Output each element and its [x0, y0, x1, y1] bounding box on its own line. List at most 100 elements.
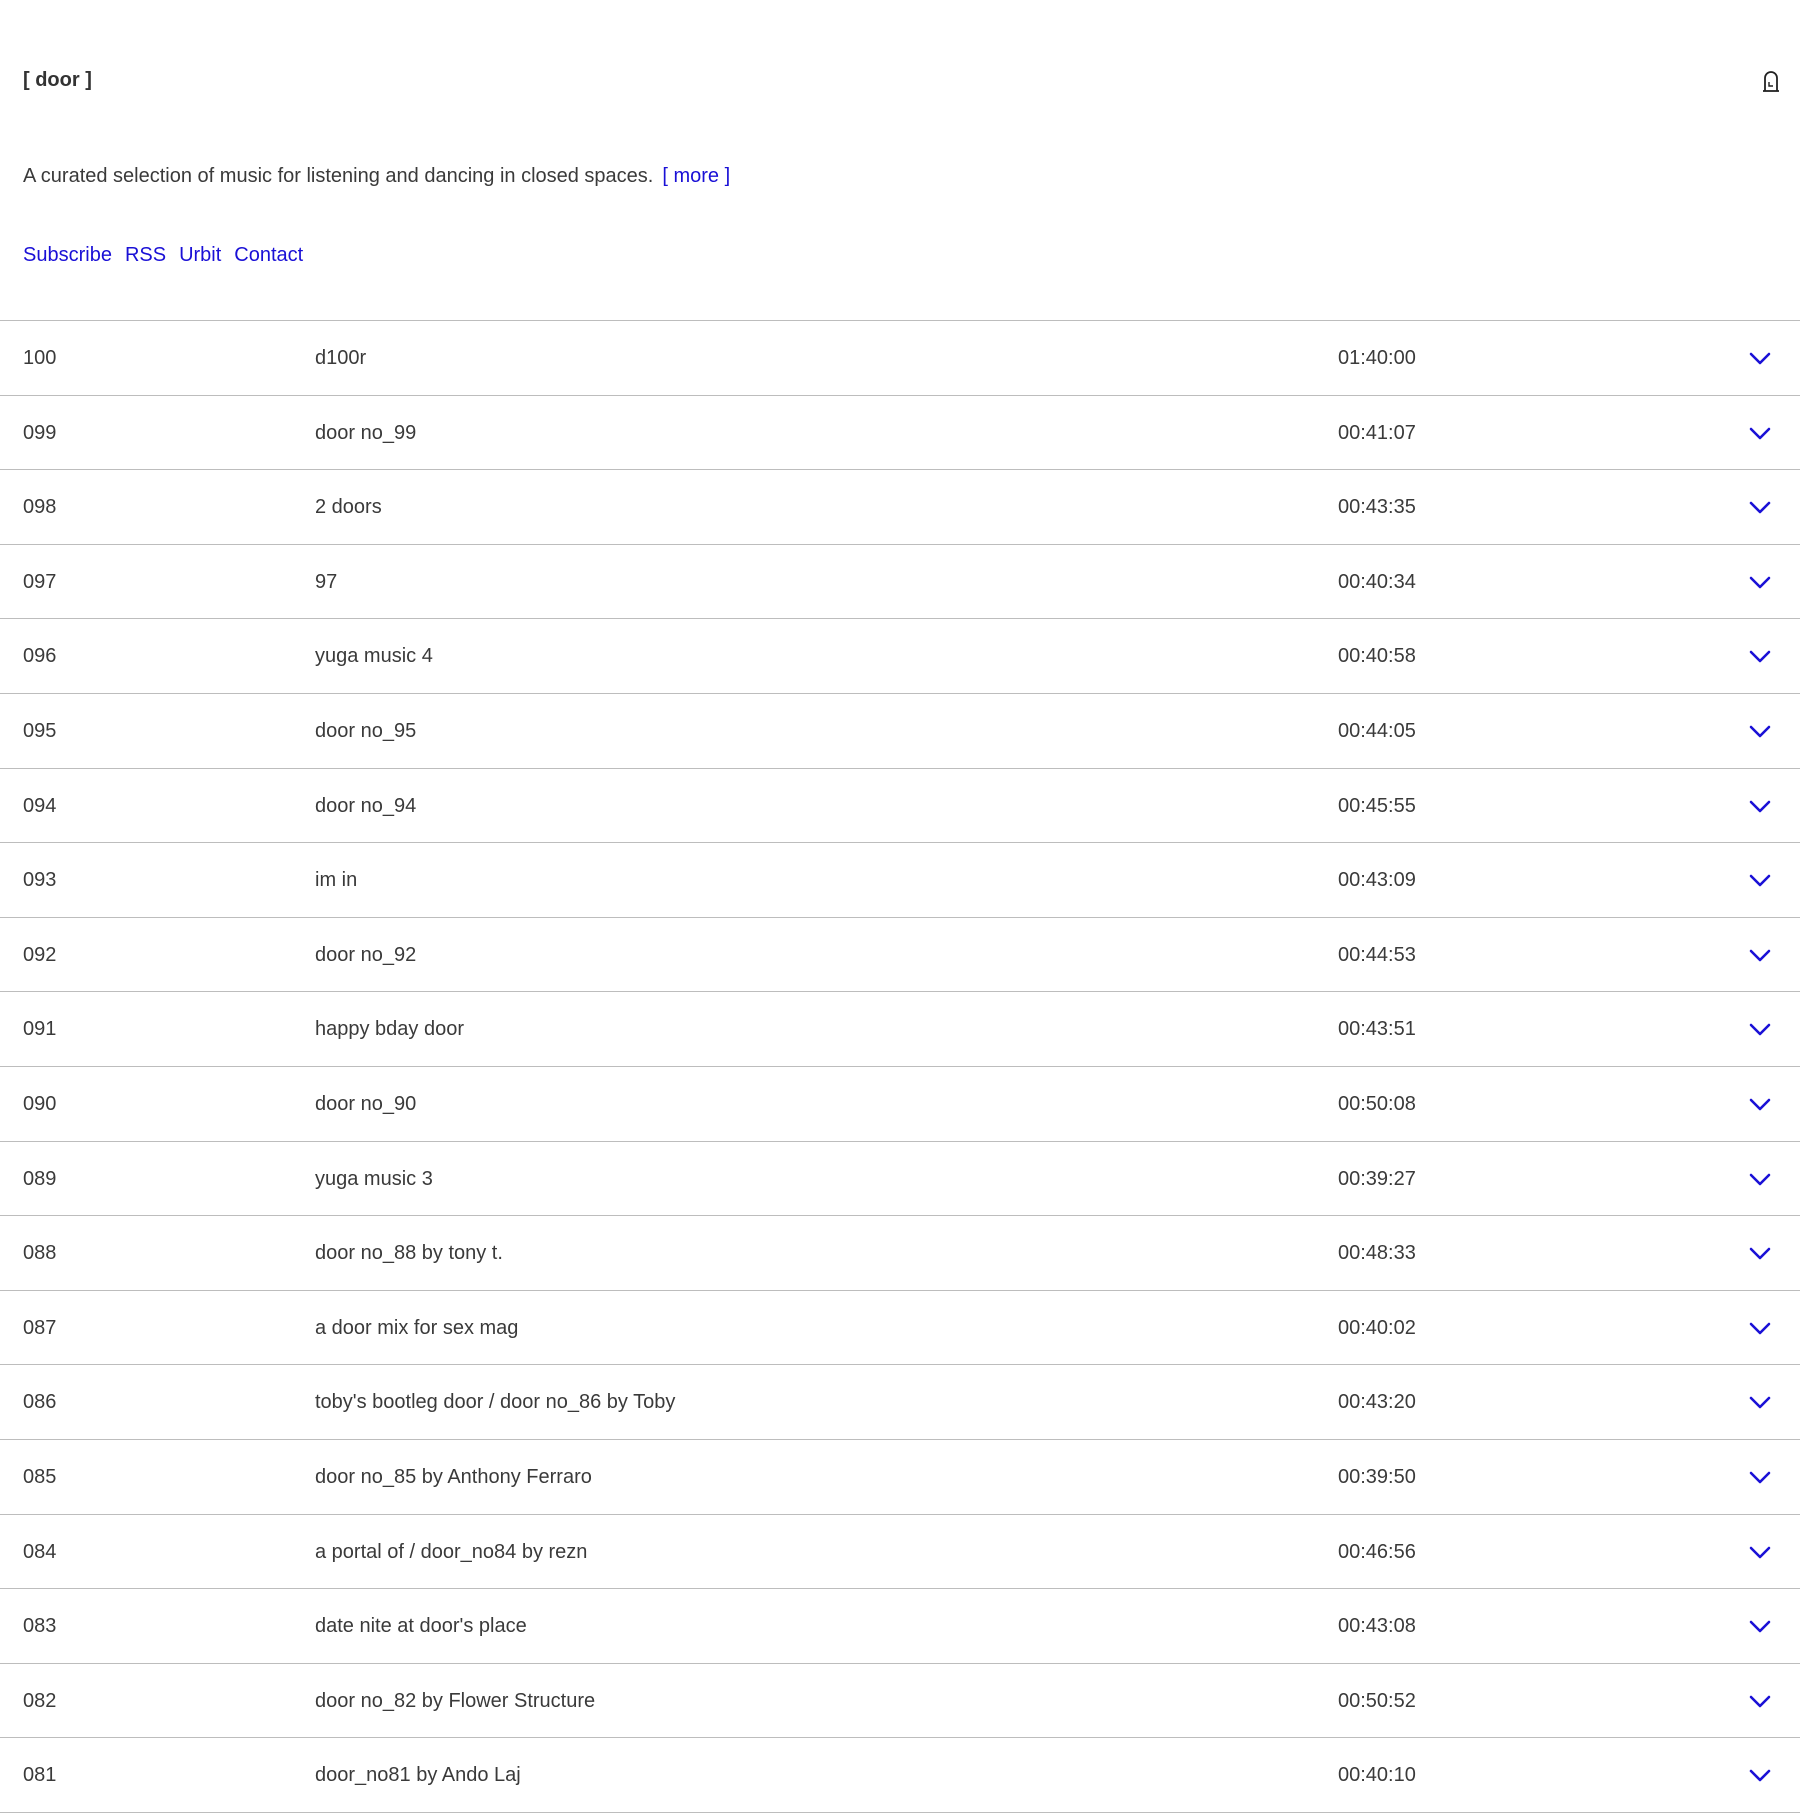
subscribe-link[interactable]: Subscribe — [23, 244, 112, 266]
mix-duration: 00:39:50 — [1338, 1465, 1416, 1488]
site-header: [ door ] — [0, 0, 1800, 130]
mix-title: a door mix for sex mag — [315, 1316, 519, 1339]
mix-row[interactable]: 086 toby's bootleg door / door no_86 by T… — [0, 1365, 1800, 1440]
chevron-down-icon[interactable] — [1748, 572, 1772, 592]
mix-duration: 00:48:33 — [1338, 1242, 1416, 1265]
door-keyhole-icon[interactable] — [1761, 69, 1781, 95]
mix-title: date nite at door's place — [315, 1615, 527, 1638]
mix-number: 100 — [23, 347, 57, 369]
mix-number: 091 — [23, 1018, 57, 1041]
chevron-down-icon[interactable] — [1748, 1691, 1772, 1711]
mix-duration: 00:43:51 — [1338, 1018, 1416, 1041]
mix-duration: 00:44:53 — [1338, 943, 1416, 966]
mix-row[interactable]: 092 door no_92 00:44:53 — [0, 918, 1800, 993]
mix-title: toby's bootleg door / door no_86 by Toby — [315, 1391, 676, 1414]
mix-number: 099 — [23, 421, 57, 444]
mix-number: 089 — [23, 1167, 57, 1190]
mix-row[interactable]: 094 door no_94 00:45:55 — [0, 769, 1800, 844]
site-logo[interactable]: [ door ] — [23, 68, 92, 92]
mix-title: a portal of / door_no84 by rezn — [315, 1540, 588, 1563]
more-link[interactable]: [ more ] — [662, 165, 730, 187]
chevron-down-icon[interactable] — [1748, 721, 1772, 741]
mix-number: 085 — [23, 1465, 57, 1488]
mix-title: door no_94 — [315, 794, 417, 817]
mix-row[interactable]: 089 yuga music 3 00:39:27 — [0, 1142, 1800, 1217]
mix-row[interactable]: 097 97 00:40:34 — [0, 545, 1800, 620]
chevron-down-icon[interactable] — [1748, 1616, 1772, 1636]
mix-title: door no_82 by Flower Structure — [315, 1689, 596, 1712]
mix-duration: 00:43:35 — [1338, 496, 1416, 519]
mix-title: 97 — [315, 570, 338, 593]
mix-row[interactable]: 084 a portal of / door_no84 by rezn 00:46:… — [0, 1515, 1800, 1590]
rss-link[interactable]: RSS — [125, 244, 166, 266]
mix-duration: 00:41:07 — [1338, 421, 1416, 444]
mix-row[interactable]: 081 door_no81 by Ando Laj 00:40:10 — [0, 1738, 1800, 1813]
top-nav: Subscribe RSS Urbit Contact — [23, 243, 316, 267]
mix-duration: 01:40:00 — [1338, 347, 1416, 369]
mix-title: door no_92 — [315, 943, 417, 966]
chevron-down-icon[interactable] — [1748, 870, 1772, 890]
mix-title: door no_85 by Anthony Ferraro — [315, 1465, 592, 1488]
mix-row[interactable]: 100 d100r 01:40:00 — [0, 321, 1800, 396]
mix-duration: 00:43:08 — [1338, 1615, 1416, 1638]
urbit-link[interactable]: Urbit — [179, 244, 221, 266]
chevron-down-icon[interactable] — [1748, 1467, 1772, 1487]
mix-duration: 00:39:27 — [1338, 1167, 1416, 1190]
mix-duration: 00:43:09 — [1338, 869, 1416, 892]
chevron-down-icon[interactable] — [1748, 1243, 1772, 1263]
mix-row[interactable]: 088 door no_88 by tony t. 00:48:33 — [0, 1216, 1800, 1291]
mix-row[interactable]: 087 a door mix for sex mag 00:40:02 — [0, 1291, 1800, 1366]
chevron-down-icon[interactable] — [1748, 1318, 1772, 1338]
chevron-down-icon[interactable] — [1748, 945, 1772, 965]
mix-row[interactable]: 085 door no_85 by Anthony Ferraro 00:39:50 — [0, 1440, 1800, 1515]
mix-row[interactable]: 091 happy bday door 00:43:51 — [0, 992, 1800, 1067]
mix-number: 093 — [23, 869, 57, 892]
chevron-down-icon[interactable] — [1748, 796, 1772, 816]
mix-title: yuga music 3 — [315, 1167, 433, 1190]
chevron-down-icon[interactable] — [1748, 1019, 1772, 1039]
chevron-down-icon[interactable] — [1748, 1169, 1772, 1189]
mix-number: 092 — [23, 943, 57, 966]
mix-title: door no_88 by tony t. — [315, 1242, 503, 1265]
mix-number: 086 — [23, 1391, 57, 1414]
chevron-down-icon[interactable] — [1748, 423, 1772, 443]
mix-list: 100 d100r 01:40:00 099 door no_99 00:41:07 098… — [0, 320, 1800, 1813]
mix-duration: 00:45:55 — [1338, 794, 1416, 817]
mix-number: 088 — [23, 1242, 57, 1265]
mix-title: 2 doors — [315, 496, 382, 519]
chevron-down-icon[interactable] — [1748, 1094, 1772, 1114]
mix-title: door no_99 — [315, 421, 417, 444]
mix-row[interactable]: 096 yuga music 4 00:40:58 — [0, 619, 1800, 694]
intro-text: A curated selection of music for listeni… — [23, 164, 730, 188]
intro-description: A curated selection of music for listeni… — [23, 165, 654, 187]
mix-title: im in — [315, 869, 358, 892]
mix-row[interactable]: 098 2 doors 00:43:35 — [0, 470, 1800, 545]
mix-number: 087 — [23, 1316, 57, 1339]
chevron-down-icon[interactable] — [1748, 1542, 1772, 1562]
mix-number: 096 — [23, 645, 57, 668]
chevron-down-icon[interactable] — [1748, 646, 1772, 666]
mix-row[interactable]: 099 door no_99 00:41:07 — [0, 396, 1800, 471]
mix-row[interactable]: 082 door no_82 by Flower Structure 00:50:5… — [0, 1664, 1800, 1739]
mix-title: happy bday door — [315, 1018, 465, 1041]
mix-number: 098 — [23, 496, 57, 519]
chevron-down-icon[interactable] — [1748, 348, 1772, 368]
mix-row[interactable]: 090 door no_90 00:50:08 — [0, 1067, 1800, 1142]
contact-link[interactable]: Contact — [234, 244, 303, 266]
mix-title: d100r — [315, 347, 367, 369]
mix-title: door no_95 — [315, 719, 417, 742]
mix-number: 090 — [23, 1092, 57, 1115]
mix-duration: 00:46:56 — [1338, 1540, 1416, 1563]
mix-number: 082 — [23, 1689, 57, 1712]
chevron-down-icon[interactable] — [1748, 497, 1772, 517]
mix-duration: 00:40:10 — [1338, 1764, 1416, 1787]
mix-duration: 00:40:34 — [1338, 570, 1416, 593]
mix-row[interactable]: 093 im in 00:43:09 — [0, 843, 1800, 918]
mix-number: 081 — [23, 1764, 57, 1787]
mix-title: door_no81 by Ando Laj — [315, 1764, 521, 1787]
chevron-down-icon[interactable] — [1748, 1392, 1772, 1412]
mix-row[interactable]: 083 date nite at door's place 00:43:08 — [0, 1589, 1800, 1664]
mix-duration: 00:40:02 — [1338, 1316, 1416, 1339]
chevron-down-icon[interactable] — [1748, 1765, 1772, 1785]
mix-row[interactable]: 095 door no_95 00:44:05 — [0, 694, 1800, 769]
